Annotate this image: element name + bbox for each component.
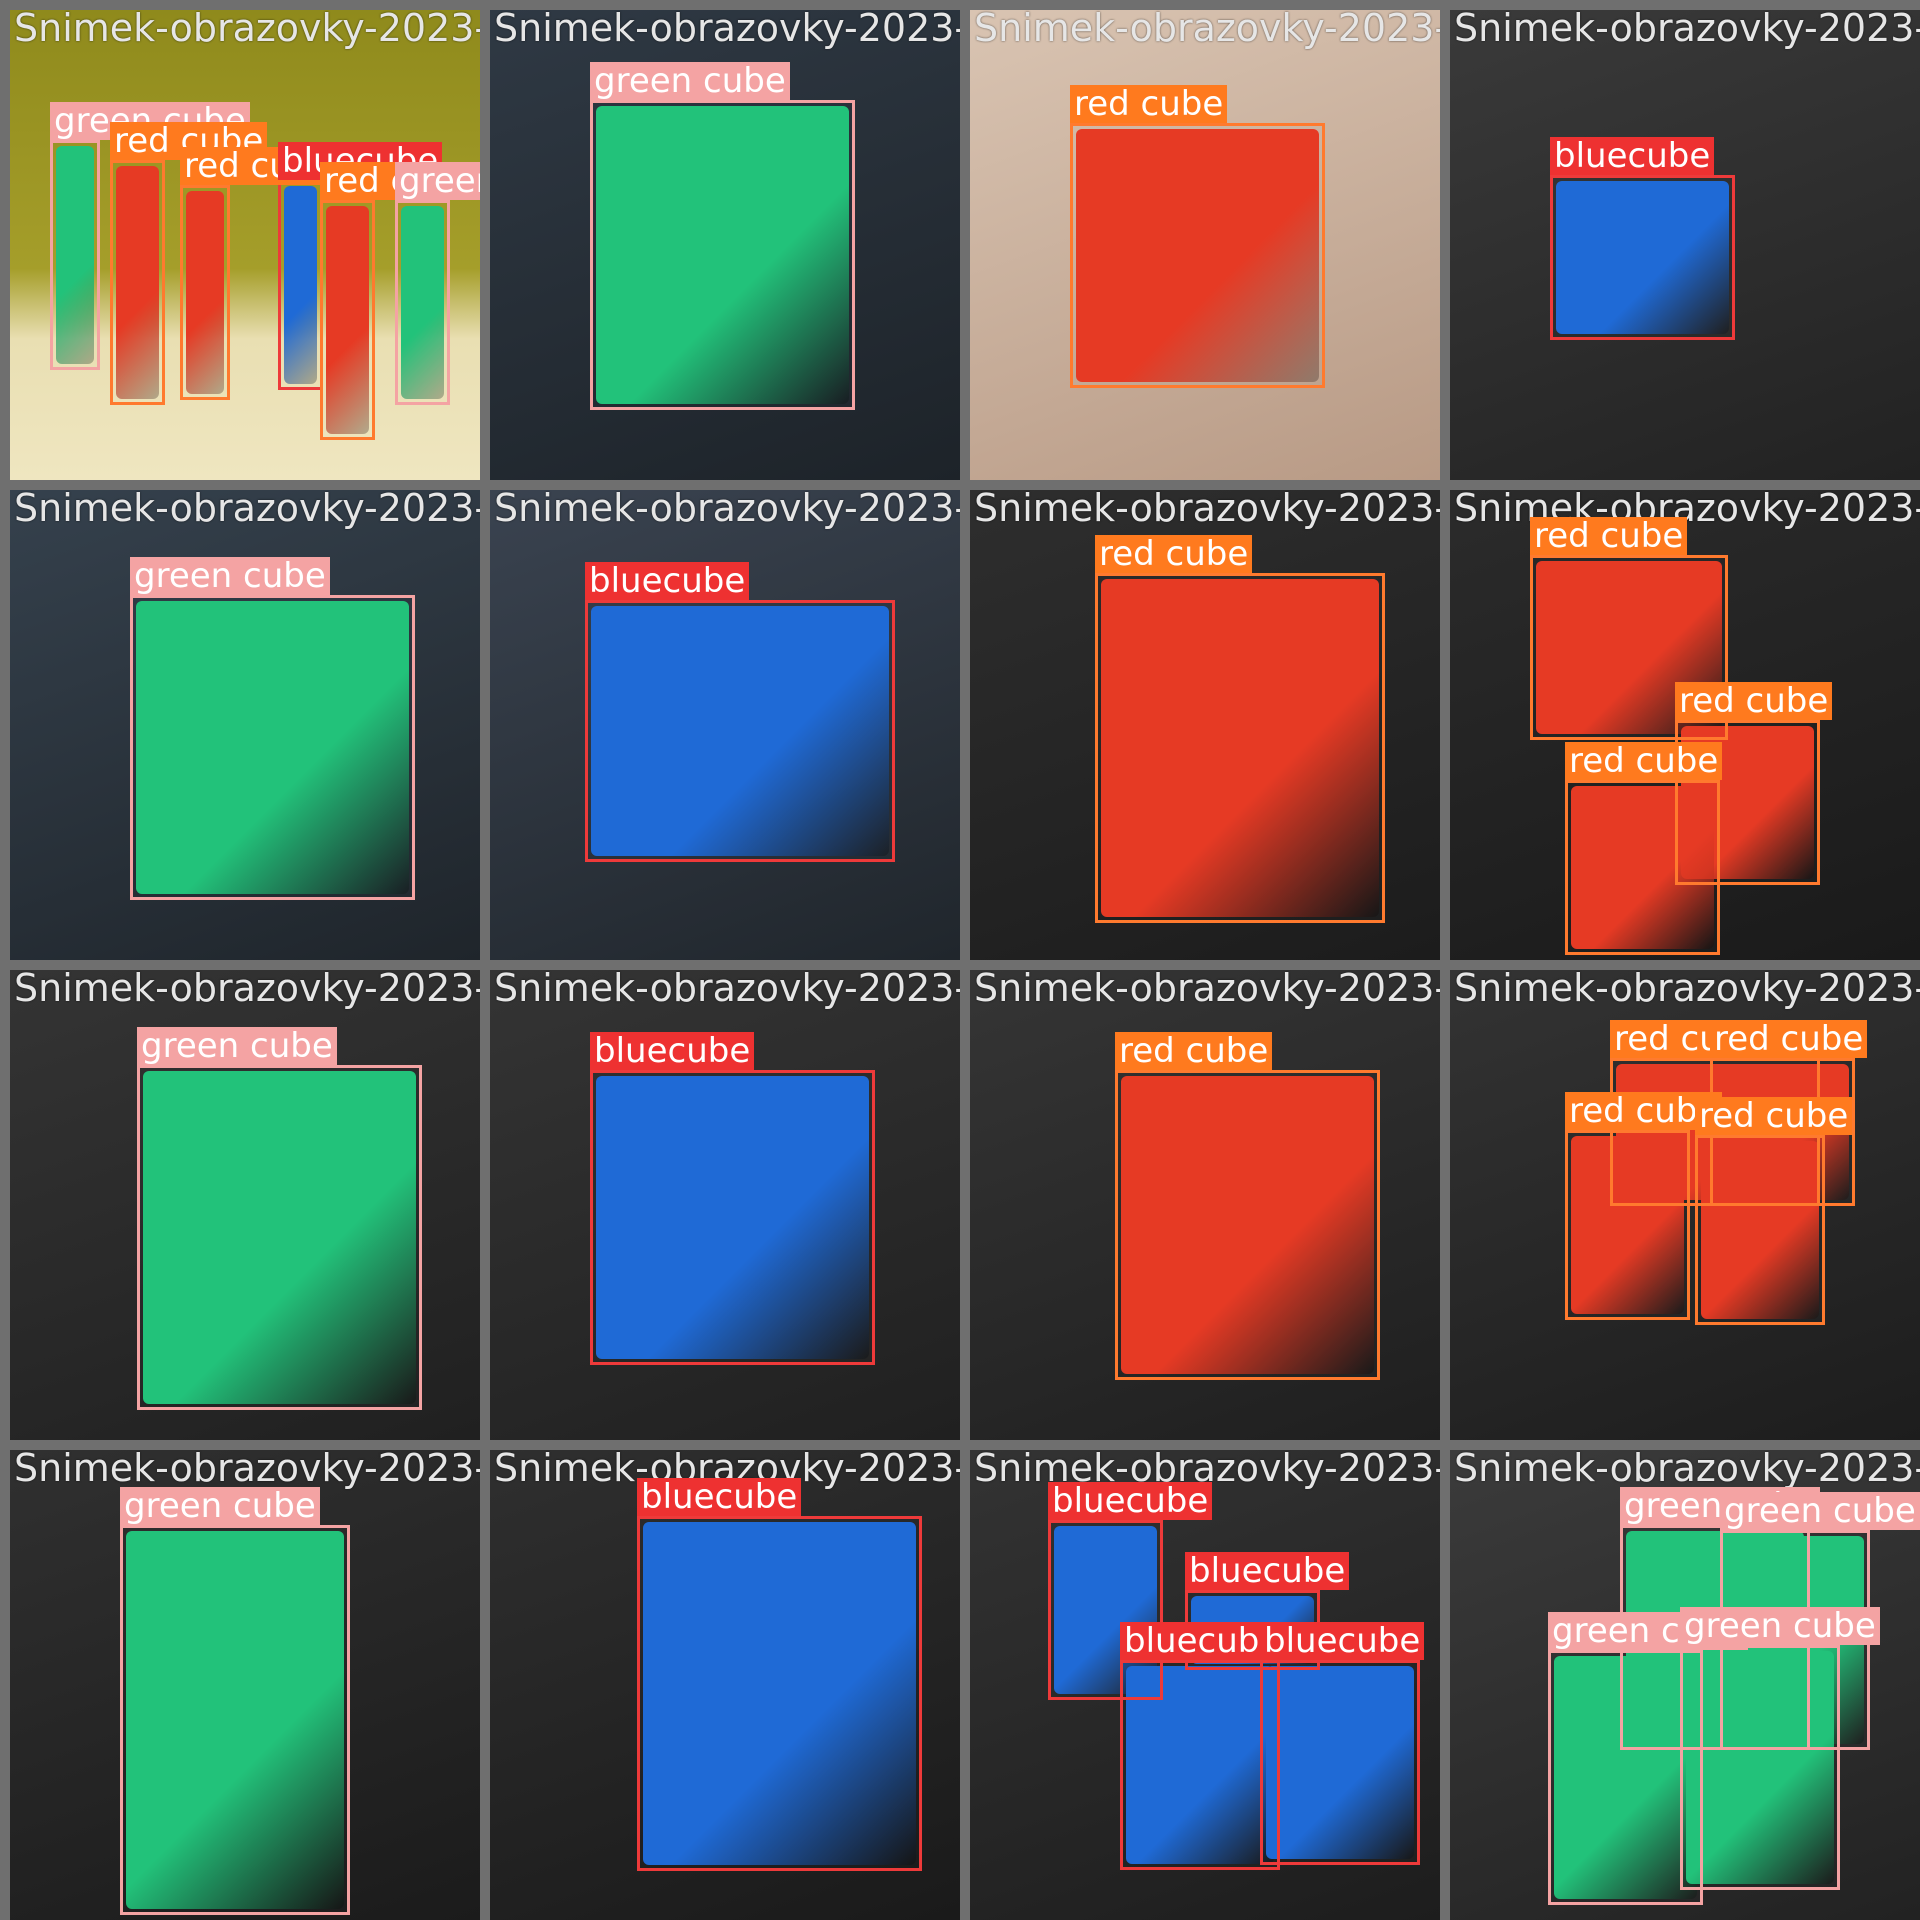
image-tile: Snimek-obrazovky-2023-08-green cubered c… bbox=[10, 10, 480, 480]
tile-filename: Snimek-obrazovky-2023-08- bbox=[14, 970, 480, 1010]
detection-label: red cube bbox=[1695, 1097, 1853, 1135]
image-tile: Snimek-obrazovky-2023-08- red cube red cub… bbox=[1450, 970, 1920, 1440]
detection-box bbox=[1565, 780, 1720, 955]
detection-label: green cube bbox=[120, 1487, 320, 1525]
image-tile: Snimek-obrazovky-2023-08-bluecubebluecub… bbox=[970, 1450, 1440, 1920]
tile-filename: Snimek-obrazovky-2023-08- bbox=[1454, 10, 1920, 50]
tile-filename: Snimek-obrazovky-2023-08- bbox=[494, 970, 960, 1010]
detection-box bbox=[180, 185, 230, 400]
detection-box bbox=[50, 140, 100, 370]
detection-box bbox=[320, 200, 375, 440]
image-tile: Snimek-obrazovky-2023-08- red cube bbox=[970, 10, 1440, 480]
image-tile: Snimek-obrazovky-2023-08- green cube bbox=[10, 490, 480, 960]
image-tile: Snimek-obrazovky-2023-08- green cube bbox=[10, 970, 480, 1440]
image-tile: Snimek-obrazovky-2023-08- bluecube bbox=[490, 490, 960, 960]
detection-label: bluecube bbox=[1260, 1622, 1425, 1660]
image-tile: Snimek-obrazovky-2023-08- bluecube bbox=[490, 970, 960, 1440]
detection-box bbox=[1095, 573, 1385, 923]
detection-label: green cube bbox=[1720, 1492, 1920, 1530]
tile-filename: Snimek-obrazovky-2023-08- bbox=[974, 10, 1440, 50]
tile-filename: Snimek-obrazovky-2023-08- bbox=[974, 970, 1440, 1010]
image-tile: Snimek-obrazovky-2023-08-green cube bbox=[10, 1450, 480, 1920]
detection-box bbox=[1565, 1130, 1690, 1320]
image-tile: Snimek-obrazovky-2023-08- green cube bbox=[490, 10, 960, 480]
image-tile: Snimek-obrazovky-2023-08- red cube bbox=[970, 490, 1440, 960]
detection-box bbox=[110, 160, 165, 405]
detection-label: bluecube bbox=[637, 1478, 802, 1516]
tile-filename: Snimek-obrazovky-2023-08- bbox=[14, 10, 480, 50]
detection-label: red cube bbox=[1530, 517, 1688, 555]
detection-box bbox=[120, 1525, 350, 1915]
detection-box bbox=[278, 180, 323, 390]
detection-box bbox=[137, 1065, 422, 1410]
detection-label: bluecube bbox=[1185, 1552, 1350, 1590]
detection-label: red cube bbox=[1675, 682, 1833, 720]
image-tile: Snimek-obrazovky-2023-08- red cube bbox=[970, 970, 1440, 1440]
image-tile: Snimek-obrazovky-2023-08-bluecube bbox=[490, 1450, 960, 1920]
detection-label: green cube bbox=[590, 62, 790, 100]
tile-filename: Snimek-obrazovky-2023-08- bbox=[494, 490, 960, 530]
detection-box bbox=[1115, 1070, 1380, 1380]
tile-filename: Snimek-obrazovky-2023-08- bbox=[1454, 1450, 1920, 1490]
detection-box bbox=[637, 1516, 922, 1871]
detection-label: green cube bbox=[1680, 1607, 1880, 1645]
tile-filename: Snimek-obrazovky-2023-08- bbox=[974, 490, 1440, 530]
detection-label: red cube bbox=[1710, 1020, 1868, 1058]
image-tile: Snimek-obrazovky-2023-08-red cubered cub… bbox=[1450, 490, 1920, 960]
detection-label: bluecube bbox=[590, 1032, 755, 1070]
detection-label: green cube bbox=[130, 557, 330, 595]
detection-box bbox=[1695, 1135, 1825, 1325]
detection-box bbox=[590, 1070, 875, 1365]
detection-label: red cube bbox=[1070, 85, 1228, 123]
detection-box bbox=[395, 200, 450, 405]
image-tile: Snimek-obrazovky-2023-08-green cubegreen… bbox=[1450, 1450, 1920, 1920]
detection-mosaic: Snimek-obrazovky-2023-08-green cubered c… bbox=[0, 0, 1920, 1920]
detection-box bbox=[1260, 1660, 1420, 1865]
detection-label: bluecube bbox=[1048, 1482, 1213, 1520]
detection-box bbox=[130, 595, 415, 900]
detection-label: red cube bbox=[1115, 1032, 1273, 1070]
detection-label: green cube bbox=[395, 162, 480, 200]
detection-box bbox=[1680, 1645, 1840, 1890]
detection-box bbox=[1070, 123, 1325, 388]
detection-label: bluecube bbox=[1550, 137, 1715, 175]
image-tile: Snimek-obrazovky-2023-08- bluecube bbox=[1450, 10, 1920, 480]
tile-filename: Snimek-obrazovky-2023-08- bbox=[1454, 970, 1920, 1010]
detection-box bbox=[1120, 1660, 1280, 1870]
tile-filename: Snimek-obrazovky-2023-08- bbox=[14, 490, 480, 530]
tile-filename: Snimek-obrazovky-2023-08- bbox=[494, 10, 960, 50]
tile-filename: Snimek-obrazovky-2023-08- bbox=[14, 1450, 480, 1490]
detection-label: green cube bbox=[137, 1027, 337, 1065]
detection-box bbox=[585, 600, 895, 862]
detection-box bbox=[590, 100, 855, 410]
detection-label: red cube bbox=[1095, 535, 1253, 573]
detection-label: red cube bbox=[1565, 742, 1723, 780]
detection-box bbox=[1550, 175, 1735, 340]
detection-label: bluecube bbox=[585, 562, 750, 600]
